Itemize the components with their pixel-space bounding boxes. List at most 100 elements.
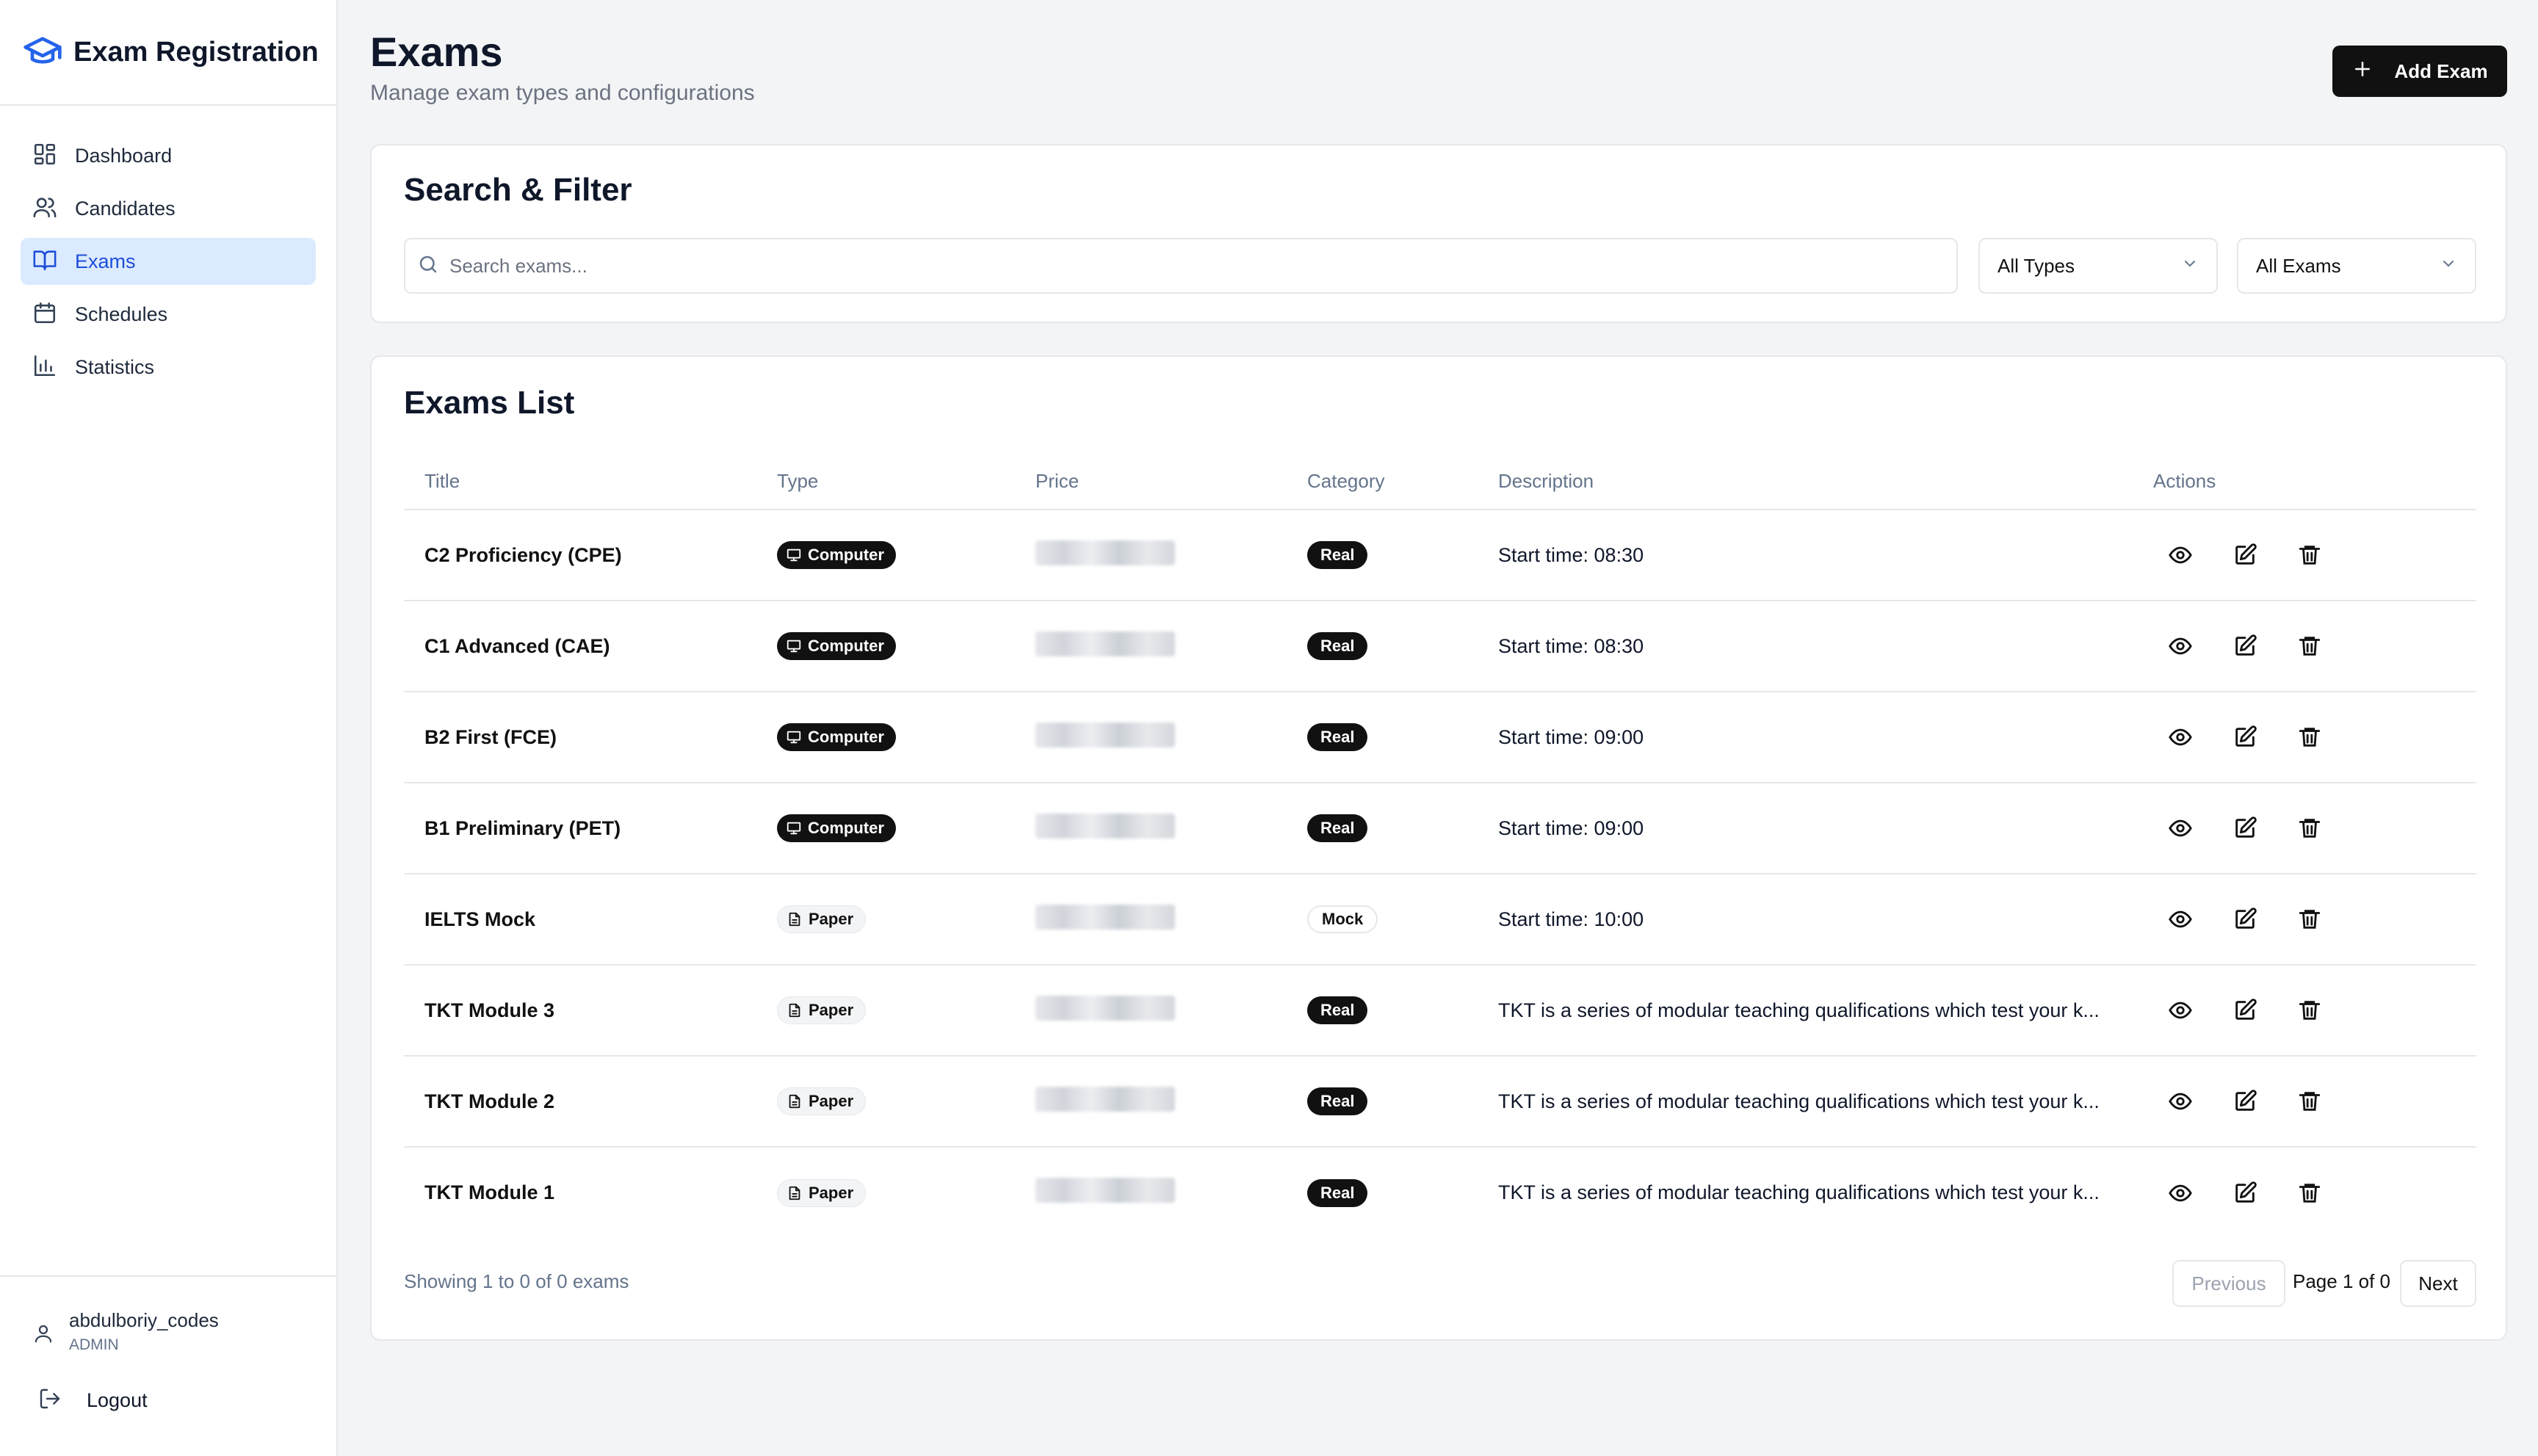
exam-type-badge: Computer bbox=[777, 541, 896, 569]
exam-description: TKT is a series of modular teaching qual… bbox=[1478, 1056, 2133, 1148]
type-filter-select[interactable]: All Types bbox=[1978, 238, 2218, 294]
search-input[interactable] bbox=[449, 254, 1845, 278]
delete-icon[interactable] bbox=[2297, 634, 2322, 659]
exam-price-cell bbox=[1015, 874, 1287, 966]
sidebar-item-schedules[interactable]: Schedules bbox=[21, 291, 316, 338]
sidebar-item-candidates[interactable]: Candidates bbox=[21, 185, 316, 232]
delete-icon[interactable] bbox=[2297, 725, 2322, 750]
delete-icon[interactable] bbox=[2297, 907, 2322, 932]
column-header-price[interactable]: Price bbox=[1015, 454, 1287, 510]
exam-actions-cell bbox=[2133, 601, 2476, 692]
view-icon[interactable] bbox=[2168, 543, 2193, 568]
column-header-category[interactable]: Category bbox=[1287, 454, 1478, 510]
view-icon[interactable] bbox=[2168, 634, 2193, 659]
sidebar-item-label: Candidates bbox=[75, 197, 176, 220]
chevron-down-icon bbox=[2181, 255, 2199, 278]
exam-category-cell: Real bbox=[1287, 601, 1478, 692]
calendar-icon bbox=[32, 300, 57, 329]
exam-type-label: Computer bbox=[808, 819, 884, 837]
exam-category-badge: Real bbox=[1307, 541, 1368, 569]
exam-actions-cell bbox=[2133, 874, 2476, 966]
exam-category-cell: Real bbox=[1287, 692, 1478, 783]
table-row[interactable]: C1 Advanced (CAE) Computer Real Start time:… bbox=[404, 601, 2476, 692]
view-icon[interactable] bbox=[2168, 725, 2193, 750]
exam-title: B2 First (FCE) bbox=[404, 692, 756, 783]
table-row[interactable]: C2 Proficiency (CPE) Computer Real Start ti… bbox=[404, 510, 2476, 601]
file-icon bbox=[787, 1093, 809, 1109]
table-row[interactable]: TKT Module 3 Paper Real TKT is a series of … bbox=[404, 965, 2476, 1057]
column-header-description[interactable]: Description bbox=[1478, 454, 2133, 510]
exam-price-cell bbox=[1015, 1147, 1287, 1238]
sidebar-item-exams[interactable]: Exams bbox=[21, 238, 316, 285]
view-icon[interactable] bbox=[2168, 816, 2193, 841]
exam-title: TKT Module 2 bbox=[404, 1056, 756, 1148]
pagination-summary: Showing 1 to 0 of 0 exams bbox=[404, 1270, 629, 1292]
table-row[interactable]: TKT Module 1 Paper Real TKT is a series of … bbox=[404, 1147, 2476, 1238]
view-icon[interactable] bbox=[2168, 907, 2193, 932]
edit-icon[interactable] bbox=[2232, 1089, 2257, 1114]
user-role: ADMIN bbox=[69, 1336, 119, 1353]
edit-icon[interactable] bbox=[2232, 998, 2257, 1023]
add-exam-label: Add Exam bbox=[2394, 59, 2488, 82]
search-filter-card: Search & Filter All Types All Exams bbox=[370, 144, 2507, 323]
exam-type-cell: Computer bbox=[756, 783, 1015, 874]
table-row[interactable]: TKT Module 2 Paper Real TKT is a series of … bbox=[404, 1056, 2476, 1148]
exam-description: Start time: 09:00 bbox=[1478, 783, 2133, 874]
table-row[interactable]: B2 First (FCE) Computer Real Start time: 09… bbox=[404, 692, 2476, 783]
view-icon[interactable] bbox=[2168, 1089, 2193, 1114]
delete-icon[interactable] bbox=[2297, 543, 2322, 568]
graduation-cap-icon bbox=[22, 30, 63, 75]
blurred-price bbox=[1035, 540, 1175, 565]
exam-category-badge: Real bbox=[1307, 1178, 1368, 1207]
sidebar-item-dashboard[interactable]: Dashboard bbox=[21, 132, 316, 179]
exam-category-cell: Real bbox=[1287, 783, 1478, 874]
previous-page-button[interactable]: Previous bbox=[2172, 1260, 2285, 1307]
add-exam-button[interactable]: Add Exam bbox=[2332, 46, 2507, 97]
exam-description: TKT is a series of modular teaching qual… bbox=[1498, 1181, 2100, 1203]
table-row[interactable]: B1 Preliminary (PET) Computer Real Start ti… bbox=[404, 783, 2476, 874]
exam-type-badge: Computer bbox=[777, 814, 896, 842]
column-header-type[interactable]: Type bbox=[756, 454, 1015, 510]
view-icon[interactable] bbox=[2168, 998, 2193, 1023]
logout-button[interactable]: Logout bbox=[38, 1387, 148, 1414]
search-box[interactable] bbox=[404, 238, 1958, 294]
sidebar-footer: abdulboriy_codes ADMIN Logout bbox=[0, 1275, 336, 1456]
sidebar-nav: Dashboard Candidates Exams Schedules Sta… bbox=[0, 106, 336, 391]
exam-category-badge: Real bbox=[1307, 1087, 1368, 1115]
sidebar-item-statistics[interactable]: Statistics bbox=[21, 344, 316, 391]
sidebar-item-label: Exams bbox=[75, 250, 136, 272]
exam-category-cell: Real bbox=[1287, 1056, 1478, 1148]
exam-price-cell bbox=[1015, 783, 1287, 874]
edit-icon[interactable] bbox=[2232, 725, 2257, 750]
monitor-icon bbox=[786, 820, 808, 836]
delete-icon[interactable] bbox=[2297, 1089, 2322, 1114]
exam-type-badge: Paper bbox=[777, 1087, 867, 1115]
blurred-price bbox=[1035, 1178, 1175, 1203]
exam-category-cell: Real bbox=[1287, 510, 1478, 601]
type-filter-value: All Types bbox=[1998, 254, 2075, 277]
delete-icon[interactable] bbox=[2297, 816, 2322, 841]
exam-filter-select[interactable]: All Exams bbox=[2237, 238, 2476, 294]
edit-icon[interactable] bbox=[2232, 907, 2257, 932]
delete-icon[interactable] bbox=[2297, 1181, 2322, 1206]
page-subtitle: Manage exam types and configurations bbox=[370, 81, 755, 105]
dashboard-icon bbox=[32, 142, 57, 170]
table-row[interactable]: IELTS Mock Paper Mock Start time: 10:00 bbox=[404, 874, 2476, 966]
column-header-title[interactable]: Title bbox=[404, 454, 756, 510]
delete-icon[interactable] bbox=[2297, 998, 2322, 1023]
exam-actions-cell bbox=[2133, 1147, 2476, 1238]
exam-filter-value: All Exams bbox=[2256, 254, 2341, 277]
edit-icon[interactable] bbox=[2232, 1181, 2257, 1206]
exam-title: IELTS Mock bbox=[404, 874, 756, 966]
edit-icon[interactable] bbox=[2232, 816, 2257, 841]
view-icon[interactable] bbox=[2168, 1181, 2193, 1206]
edit-icon[interactable] bbox=[2232, 543, 2257, 568]
next-page-button[interactable]: Next bbox=[2400, 1260, 2476, 1307]
exam-category-cell: Real bbox=[1287, 965, 1478, 1057]
bar-chart-icon bbox=[32, 353, 57, 382]
monitor-icon bbox=[786, 547, 808, 563]
table-header-row: Title Type Price Category Description Ac… bbox=[404, 454, 2476, 510]
page-indicator: Page 1 of 0 bbox=[2293, 1270, 2390, 1292]
edit-icon[interactable] bbox=[2232, 634, 2257, 659]
brand[interactable]: Exam Registration bbox=[0, 0, 336, 106]
